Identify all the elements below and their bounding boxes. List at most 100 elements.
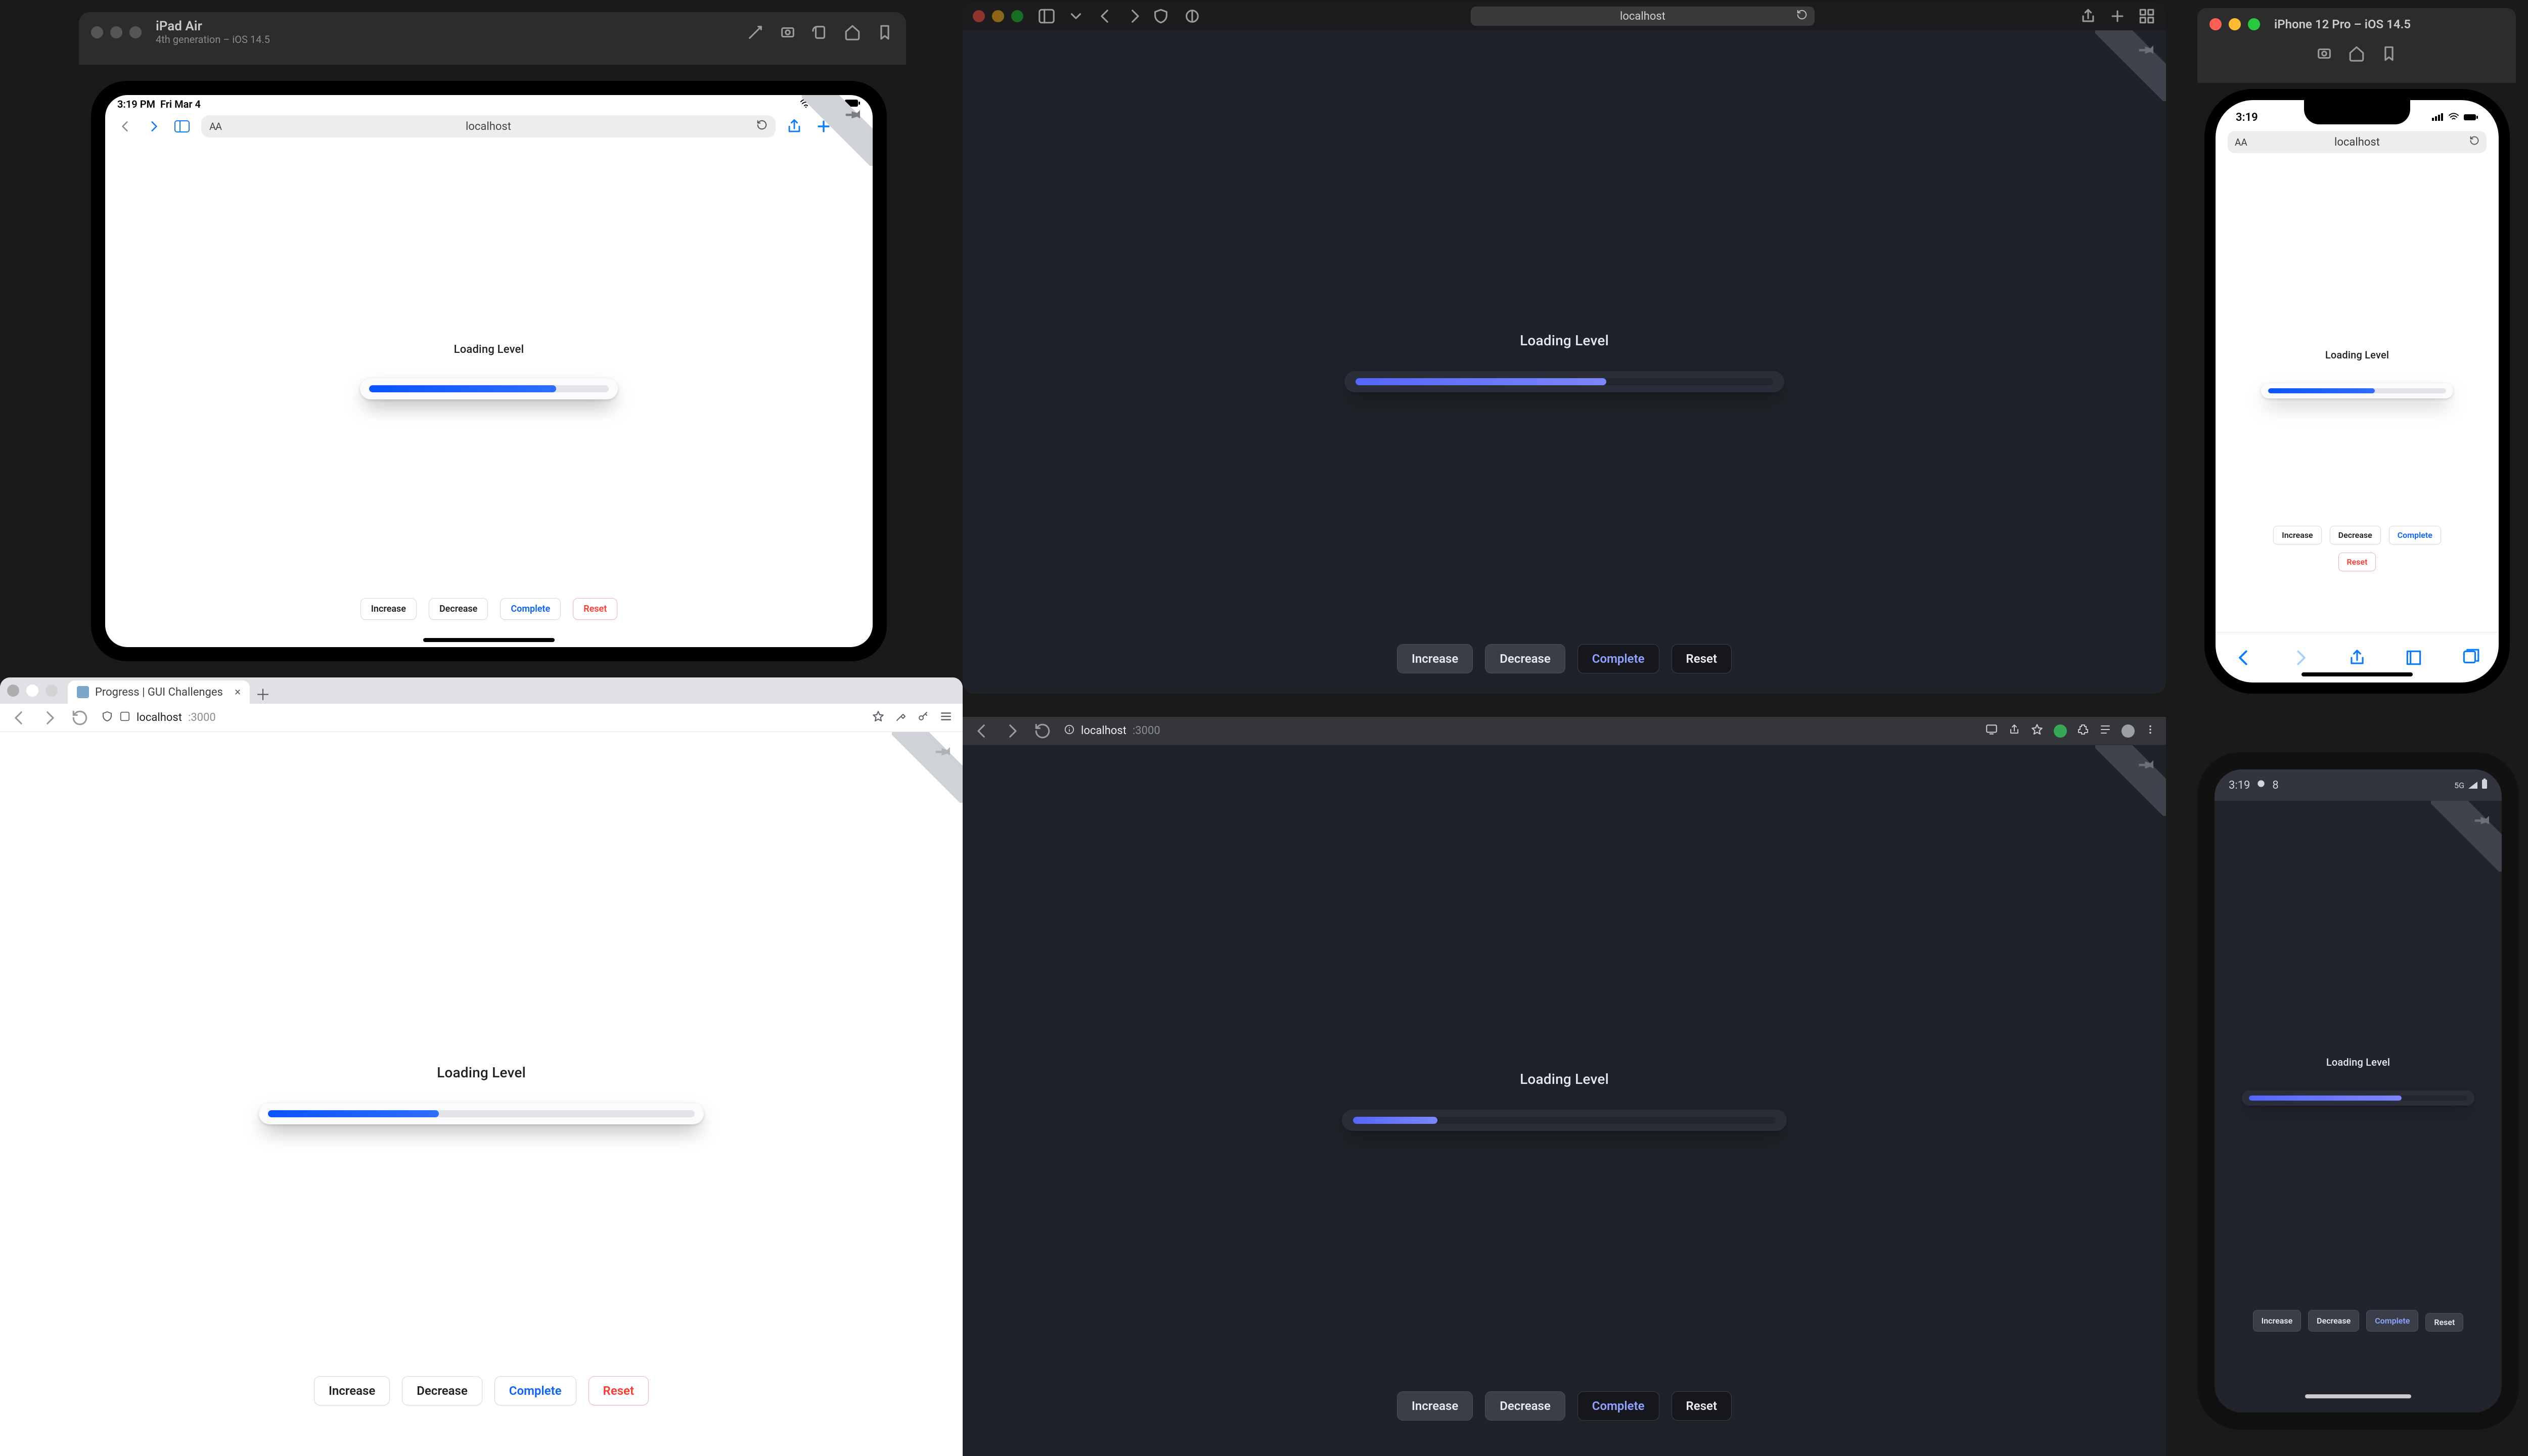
back-icon[interactable] <box>1096 7 1114 25</box>
forward-icon[interactable] <box>1003 722 1021 740</box>
close-window-button[interactable] <box>2209 18 2222 30</box>
browser-tab[interactable]: Progress | GUI Challenges × <box>68 680 250 704</box>
window-traffic-lights[interactable] <box>7 685 58 697</box>
extensions-icon[interactable] <box>2077 723 2089 739</box>
forward-icon[interactable] <box>40 709 59 727</box>
back-icon[interactable] <box>973 722 991 740</box>
key-icon[interactable] <box>917 710 929 725</box>
decrease-button[interactable]: Decrease <box>402 1376 482 1405</box>
new-tab-icon[interactable] <box>2108 7 2127 25</box>
zoom-window-button[interactable] <box>46 685 58 697</box>
wand-icon[interactable] <box>746 23 764 41</box>
page-info-icon[interactable] <box>1064 724 1075 738</box>
window-traffic-lights[interactable] <box>91 26 142 38</box>
increase-button[interactable]: Increase <box>2253 1310 2301 1332</box>
tab-grid-icon[interactable] <box>2138 7 2156 25</box>
window-traffic-lights[interactable] <box>2209 18 2260 30</box>
screenshot-icon[interactable] <box>2315 44 2333 63</box>
close-window-button[interactable] <box>91 26 103 38</box>
share-icon[interactable] <box>2079 7 2097 25</box>
complete-button[interactable]: Complete <box>2366 1310 2418 1332</box>
new-tab-button[interactable]: ＋ <box>253 684 273 704</box>
reset-button[interactable]: Reset <box>1672 1391 1732 1421</box>
dev-sash <box>802 95 873 166</box>
zoom-window-button[interactable] <box>1011 10 1023 22</box>
zoom-window-button[interactable] <box>129 26 142 38</box>
progress-fill <box>2249 1096 2402 1101</box>
url-port: :3000 <box>1133 724 1160 737</box>
decrease-button[interactable]: Decrease <box>2330 526 2381 544</box>
reload-icon[interactable] <box>1796 9 1808 23</box>
reload-icon[interactable] <box>1033 722 1052 740</box>
forward-icon[interactable] <box>2291 648 2310 667</box>
extension-vue-icon[interactable] <box>2054 724 2067 738</box>
share-icon[interactable] <box>2348 648 2367 667</box>
increase-button[interactable]: Increase <box>314 1376 390 1405</box>
complete-button[interactable]: Complete <box>494 1376 576 1405</box>
increase-button[interactable]: Increase <box>1397 644 1473 673</box>
cast-icon[interactable] <box>1985 723 1998 739</box>
profile-avatar[interactable] <box>2121 724 2135 738</box>
progress-bar <box>1344 371 1784 392</box>
bookmark-icon[interactable] <box>876 23 894 41</box>
zoom-window-button[interactable] <box>2248 18 2260 30</box>
complete-button[interactable]: Complete <box>1577 644 1659 673</box>
star-icon[interactable] <box>872 710 885 726</box>
url-port: :3000 <box>188 711 216 724</box>
hamburger-icon[interactable] <box>939 710 953 726</box>
complete-button[interactable]: Complete <box>2389 526 2441 544</box>
close-window-button[interactable] <box>973 10 985 22</box>
screenshot-icon[interactable] <box>779 23 797 41</box>
complete-button[interactable]: Complete <box>1577 1391 1659 1421</box>
chrome-url-field[interactable]: localhost:3000 <box>101 710 860 725</box>
page-info-icon[interactable] <box>119 711 130 725</box>
reset-button[interactable]: Reset <box>1672 644 1732 673</box>
safari-toolbar: localhost <box>963 2 2166 30</box>
reset-button[interactable]: Reset <box>573 598 617 620</box>
reload-icon[interactable] <box>71 709 89 727</box>
window-traffic-lights[interactable] <box>973 10 1023 22</box>
tabs-icon[interactable] <box>2461 648 2480 667</box>
appearance-icon[interactable] <box>1183 7 1201 25</box>
forward-icon[interactable] <box>1125 7 1144 25</box>
sidebar-icon[interactable] <box>1037 7 1056 25</box>
increase-button[interactable]: Increase <box>360 598 417 620</box>
share-icon[interactable] <box>2008 723 2020 739</box>
minimize-window-button[interactable] <box>992 10 1004 22</box>
minimize-window-button[interactable] <box>110 26 122 38</box>
chevron-down-icon[interactable] <box>1067 7 1085 25</box>
chrome-url-field[interactable]: localhost:3000 <box>1064 724 1973 738</box>
decrease-button[interactable]: Decrease <box>1485 1391 1565 1421</box>
close-tab-icon[interactable]: × <box>235 686 241 699</box>
shield-icon[interactable] <box>1152 7 1170 25</box>
progress-bar <box>2261 383 2453 398</box>
chrome-tabstrip: Progress | GUI Challenges × ＋ <box>0 677 963 704</box>
back-icon[interactable] <box>10 709 28 727</box>
bookmark-icon[interactable] <box>2380 44 2398 63</box>
reset-button[interactable]: Reset <box>2338 553 2376 571</box>
increase-button[interactable]: Increase <box>2273 526 2322 544</box>
close-window-button[interactable] <box>7 685 19 697</box>
decrease-button[interactable]: Decrease <box>1485 644 1565 673</box>
progress-bar <box>1342 1110 1787 1131</box>
reset-button[interactable]: Reset <box>589 1376 649 1405</box>
eyedropper-icon[interactable] <box>895 710 907 725</box>
minimize-window-button[interactable] <box>2229 18 2241 30</box>
minimize-window-button[interactable] <box>26 685 38 697</box>
back-icon[interactable] <box>2234 648 2253 667</box>
android-gesture-bar <box>2215 1380 2502 1413</box>
decrease-button[interactable]: Decrease <box>429 598 488 620</box>
increase-button[interactable]: Increase <box>1397 1391 1473 1421</box>
complete-button[interactable]: Complete <box>500 598 561 620</box>
bookmarks-icon[interactable] <box>2404 648 2423 667</box>
home-icon[interactable] <box>2348 44 2366 63</box>
star-icon[interactable] <box>2030 723 2044 739</box>
reading-list-icon[interactable] <box>2099 723 2111 739</box>
reset-button[interactable]: Reset <box>2425 1313 2463 1332</box>
safari-url-field[interactable]: localhost <box>1471 7 1815 26</box>
rotate-icon[interactable] <box>811 23 829 41</box>
decrease-button[interactable]: Decrease <box>2308 1310 2359 1332</box>
shield-icon[interactable] <box>101 710 113 725</box>
kebab-icon[interactable] <box>2145 724 2156 738</box>
home-icon[interactable] <box>843 23 862 41</box>
